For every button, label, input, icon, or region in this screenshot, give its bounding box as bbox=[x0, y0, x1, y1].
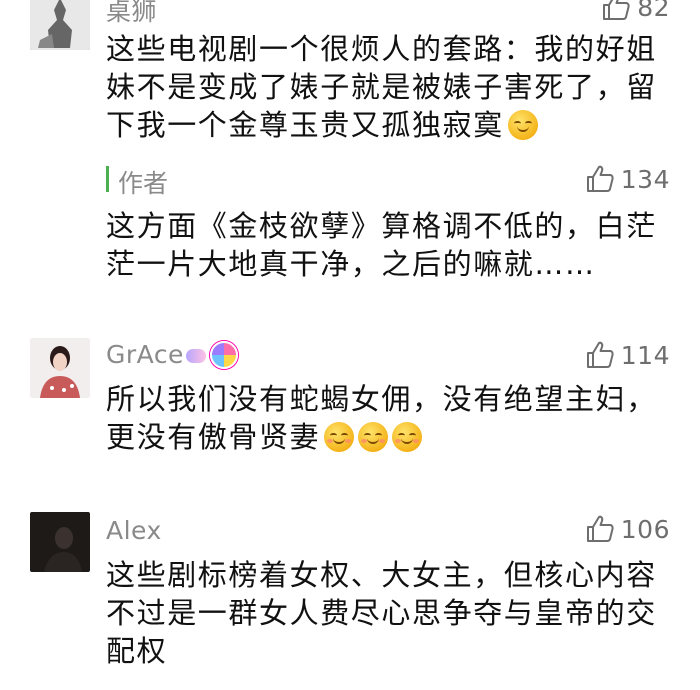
smiling-face-icon bbox=[392, 422, 423, 452]
username[interactable]: 桌狮 bbox=[106, 0, 157, 28]
reply-indicator-bar bbox=[106, 166, 109, 192]
comment-text: 所以我们没有蛇蝎女佣，没有绝望主妇，更没有傲骨贤妻 bbox=[106, 380, 666, 456]
sparkle-badge-icon bbox=[185, 349, 206, 363]
username[interactable]: Alex bbox=[106, 516, 162, 545]
sleepy-face-icon bbox=[507, 110, 538, 140]
thumbs-up-icon bbox=[586, 341, 614, 368]
thumbs-up-icon bbox=[586, 165, 614, 192]
avatar[interactable] bbox=[30, 0, 90, 50]
username[interactable]: GrAce bbox=[106, 340, 238, 369]
person-avatar-image bbox=[30, 338, 90, 398]
like-count: 82 bbox=[637, 0, 670, 22]
lollipop-icon bbox=[209, 341, 238, 369]
statue-avatar-image bbox=[30, 0, 90, 50]
smiling-face-icon bbox=[324, 422, 355, 452]
reply-like-button[interactable]: 134 bbox=[585, 164, 670, 194]
person-avatar-image bbox=[30, 512, 90, 572]
comment-text: 这些电视剧一个很烦人的套路：我的好姐妹不是变成了婊子就是被婊子害死了，留下我一个… bbox=[106, 30, 666, 144]
like-count: 114 bbox=[620, 340, 670, 370]
reply-author-label: 作者 bbox=[118, 169, 169, 198]
comment-text: 这些剧标榜着女权、大女主，但核心内容不过是一群女人费尽心思争夺与皇帝的交配权 bbox=[106, 558, 657, 668]
like-count: 134 bbox=[620, 164, 670, 194]
username-text: GrAce bbox=[106, 340, 184, 369]
avatar[interactable] bbox=[30, 512, 90, 572]
like-button[interactable]: 114 bbox=[585, 340, 670, 370]
like-button[interactable]: 82 bbox=[601, 0, 670, 22]
reply-text: 这方面《金枝欲孽》算格调不低的，白茫茫一片大地真干净，之后的嘛就…… bbox=[106, 209, 657, 281]
comment-text-content: 这些电视剧一个很烦人的套路：我的好姐妹不是变成了婊子就是被婊子害死了，留下我一个… bbox=[106, 32, 657, 142]
thumbs-up-icon bbox=[586, 515, 614, 542]
smiling-face-icon bbox=[358, 422, 389, 452]
avatar[interactable] bbox=[30, 338, 90, 398]
like-count: 106 bbox=[620, 514, 670, 544]
thumbs-up-icon bbox=[603, 0, 630, 20]
like-button[interactable]: 106 bbox=[585, 514, 670, 544]
